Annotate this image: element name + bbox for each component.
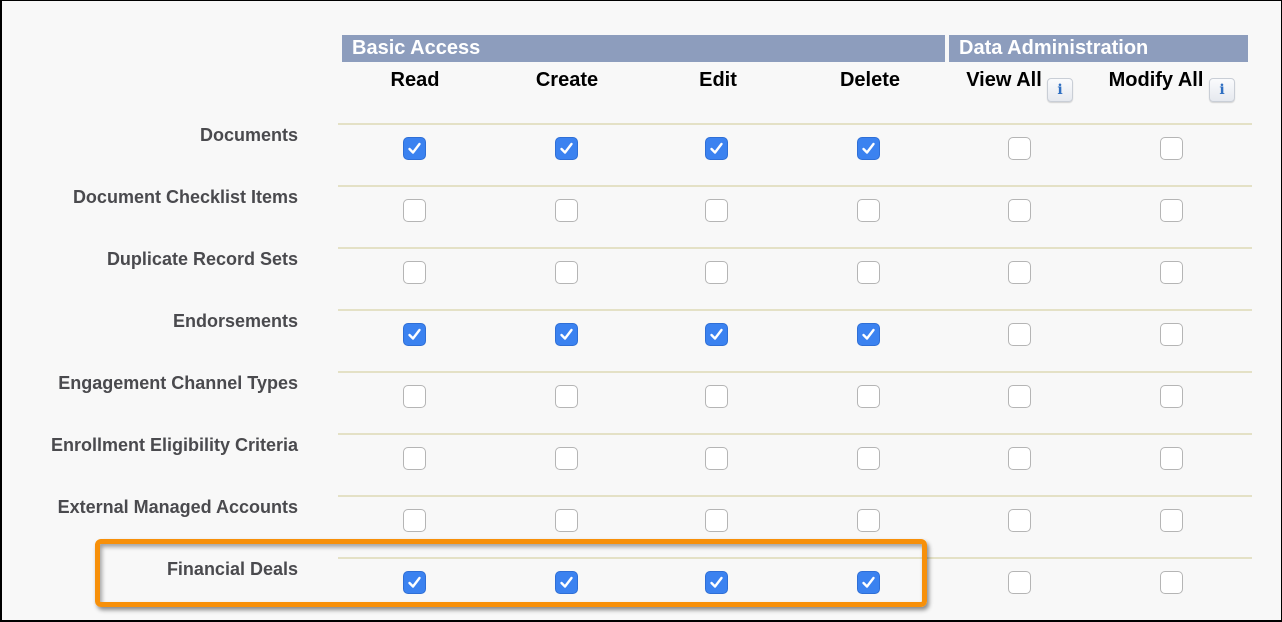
row-divider <box>338 185 1252 187</box>
checkbox-create[interactable] <box>555 509 578 532</box>
column-header-create: Create <box>535 69 599 91</box>
checkbox-modify-all[interactable] <box>1160 137 1183 160</box>
checkbox-view-all[interactable] <box>1008 385 1031 408</box>
checkmark-icon <box>862 142 875 154</box>
checkbox-delete[interactable] <box>857 447 880 470</box>
row-divider <box>338 495 1252 497</box>
checkbox-modify-all[interactable] <box>1160 447 1183 470</box>
row-label: Duplicate Record Sets <box>106 249 298 269</box>
column-header-edit: Edit <box>699 69 737 91</box>
checkbox-create[interactable] <box>555 137 578 160</box>
row-label: Documents <box>199 125 298 145</box>
group-header-basic-access: Basic Access <box>342 35 945 62</box>
column-header-read: Read <box>390 69 440 91</box>
checkmark-icon <box>408 142 421 154</box>
checkbox-modify-all[interactable] <box>1160 571 1183 594</box>
row-divider <box>338 123 1252 125</box>
checkmark-icon <box>560 328 573 340</box>
row-divider <box>338 247 1252 249</box>
checkbox-edit[interactable] <box>705 385 728 408</box>
row-divider <box>338 371 1252 373</box>
checkbox-delete[interactable] <box>857 199 880 222</box>
financial-deals-highlight-box <box>95 539 927 607</box>
checkmark-icon <box>862 328 875 340</box>
row-label: Engagement Channel Types <box>58 373 298 393</box>
checkbox-edit[interactable] <box>705 509 728 532</box>
checkbox-view-all[interactable] <box>1008 137 1031 160</box>
checkbox-view-all[interactable] <box>1008 447 1031 470</box>
checkbox-create[interactable] <box>555 447 578 470</box>
checkbox-create[interactable] <box>555 323 578 346</box>
checkbox-create[interactable] <box>555 199 578 222</box>
column-header-delete: Delete <box>839 69 901 91</box>
view-all-info-icon[interactable]: i <box>1047 78 1073 102</box>
checkbox-modify-all[interactable] <box>1160 199 1183 222</box>
object-permissions-panel: Basic Access Data Administration Read Cr… <box>2 1 1281 620</box>
checkbox-modify-all[interactable] <box>1160 509 1183 532</box>
checkbox-view-all[interactable] <box>1008 571 1031 594</box>
row-label: External Managed Accounts <box>57 497 298 517</box>
checkbox-read[interactable] <box>403 385 426 408</box>
checkbox-view-all[interactable] <box>1008 323 1031 346</box>
checkmark-icon <box>560 142 573 154</box>
checkbox-delete[interactable] <box>857 385 880 408</box>
checkbox-view-all[interactable] <box>1008 199 1031 222</box>
checkbox-read[interactable] <box>403 323 426 346</box>
checkbox-delete[interactable] <box>857 323 880 346</box>
checkbox-view-all[interactable] <box>1008 509 1031 532</box>
checkmark-icon <box>710 142 723 154</box>
checkbox-read[interactable] <box>403 137 426 160</box>
row-label: Enrollment Eligibility Criteria <box>50 435 298 455</box>
checkbox-modify-all[interactable] <box>1160 385 1183 408</box>
checkbox-read[interactable] <box>403 509 426 532</box>
checkbox-delete[interactable] <box>857 509 880 532</box>
row-divider <box>338 309 1252 311</box>
checkbox-view-all[interactable] <box>1008 261 1031 284</box>
checkbox-create[interactable] <box>555 261 578 284</box>
checkbox-edit[interactable] <box>705 137 728 160</box>
checkbox-edit[interactable] <box>705 199 728 222</box>
row-label: Document Checklist Items <box>72 187 298 207</box>
checkbox-edit[interactable] <box>705 447 728 470</box>
checkmark-icon <box>710 328 723 340</box>
modify-all-info-icon[interactable]: i <box>1209 78 1235 102</box>
group-header-data-administration: Data Administration <box>949 35 1248 62</box>
checkbox-delete[interactable] <box>857 137 880 160</box>
checkbox-edit[interactable] <box>705 323 728 346</box>
checkbox-read[interactable] <box>403 447 426 470</box>
checkbox-edit[interactable] <box>705 261 728 284</box>
checkbox-read[interactable] <box>403 199 426 222</box>
checkmark-icon <box>408 328 421 340</box>
checkbox-create[interactable] <box>555 385 578 408</box>
checkbox-delete[interactable] <box>857 261 880 284</box>
row-label: Endorsements <box>172 311 298 331</box>
checkbox-modify-all[interactable] <box>1160 261 1183 284</box>
row-divider <box>338 433 1252 435</box>
checkbox-modify-all[interactable] <box>1160 323 1183 346</box>
checkbox-read[interactable] <box>403 261 426 284</box>
